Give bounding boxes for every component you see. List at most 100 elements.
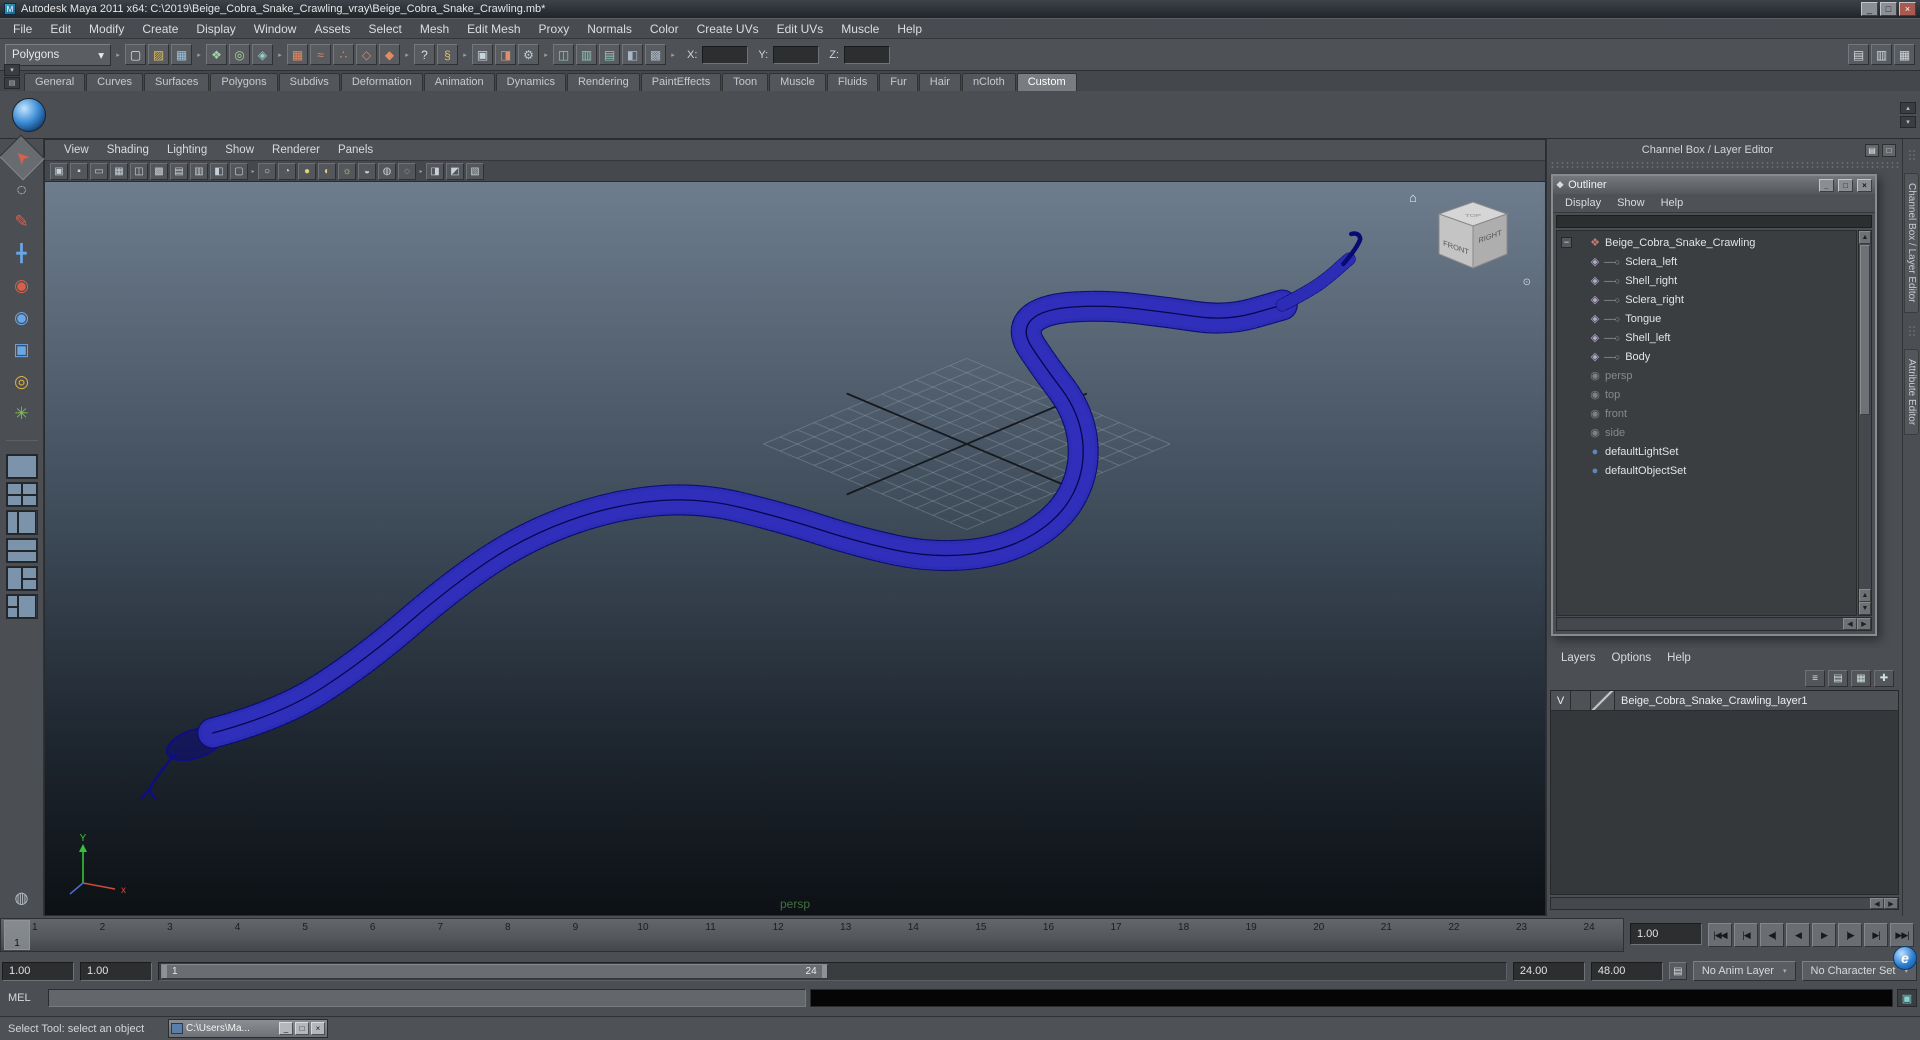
render-current-frame-icon[interactable]: ▣ (472, 44, 493, 65)
outliner-menu-item[interactable]: Help (1653, 197, 1692, 209)
shelf-scroll-down-icon[interactable]: ▾ (1900, 115, 1916, 128)
shelf-tab[interactable]: Surfaces (143, 73, 210, 91)
frame-number-label[interactable]: 20 (1285, 922, 1353, 933)
command-input-field[interactable] (48, 989, 806, 1007)
outliner-row[interactable]: ◈ ──○ Shell_left (1557, 328, 1856, 347)
vray-render-icon[interactable]: ▥ (576, 44, 597, 65)
outliner-row[interactable]: − ❖ Beige_Cobra_Snake_Crawling (1557, 233, 1856, 252)
playback-end-field[interactable]: 24.00 (1512, 961, 1585, 981)
menubar-item[interactable]: Mesh (411, 20, 458, 38)
select-component-icon[interactable]: ◈ (252, 44, 273, 65)
snap-point-icon[interactable]: ∴ (333, 44, 354, 65)
frame-number-label[interactable]: 14 (880, 922, 948, 933)
viewcube-orbit-icon[interactable]: ⊙ (1523, 277, 1531, 288)
menubar-item[interactable]: Assets (305, 20, 359, 38)
layout-single-pane-button[interactable] (5, 454, 38, 479)
step-back-frame-button[interactable]: |◀ (1734, 923, 1758, 947)
floating-window-title-bar[interactable]: C:\Users\Ma... _ □ × (168, 1019, 328, 1038)
soft-modification-button[interactable]: ◎ (5, 366, 39, 397)
step-forward-key-button[interactable]: |▶ (1838, 923, 1862, 947)
go-to-end-button[interactable]: ▶▶| (1890, 923, 1914, 947)
shadows-icon[interactable]: ◒ (358, 162, 376, 180)
resolution-gate-icon[interactable]: ▩ (150, 162, 168, 180)
outliner-row[interactable]: ● defaultObjectSet (1557, 461, 1856, 480)
y-coordinate-input[interactable] (773, 45, 820, 64)
close-button[interactable]: × (1899, 2, 1916, 16)
outliner-row[interactable]: ◉ persp (1557, 366, 1856, 385)
scroll-right-icon[interactable]: ▶ (1884, 898, 1898, 909)
lock-camera-icon[interactable]: ▪ (70, 162, 88, 180)
safe-title-icon[interactable]: ▢ (230, 162, 248, 180)
snap-view-icon[interactable]: ◇ (356, 44, 377, 65)
group-collapse-icon[interactable]: ▸ (403, 43, 411, 67)
menubar-item[interactable]: Normals (578, 20, 641, 38)
menubar-item[interactable]: Help (888, 20, 931, 38)
group-collapse-icon[interactable]: ▸ (276, 43, 284, 67)
vray-options-icon[interactable]: ▤ (599, 44, 620, 65)
mini-close-button[interactable]: × (311, 1022, 325, 1035)
scroll-left-icon[interactable]: ◀ (1870, 898, 1884, 909)
outliner-row[interactable]: ● defaultLightSet (1557, 442, 1856, 461)
frame-number-label[interactable]: 15 (947, 922, 1015, 933)
frame-number-label[interactable]: 3 (136, 922, 204, 933)
frame-number-label[interactable]: 11 (677, 922, 745, 933)
shelf-tab[interactable]: Fluids (826, 73, 879, 91)
new-scene-icon[interactable]: ▢ (125, 44, 146, 65)
vray-sphere-shelf-item[interactable] (12, 97, 46, 132)
outliner-row[interactable]: ◈ ──○ Sclera_right (1557, 290, 1856, 309)
layout-three-split-button[interactable] (5, 566, 38, 591)
menubar-item[interactable]: Edit (41, 20, 80, 38)
layer-playback-toggle[interactable] (1571, 691, 1591, 710)
outliner-row[interactable]: ◉ top (1557, 385, 1856, 404)
frame-number-label[interactable]: 6 (339, 922, 407, 933)
shelf-tab-menu-icon[interactable]: ▾ (4, 64, 20, 76)
shelf-tab[interactable]: Rendering (566, 73, 640, 91)
scale-tool-button[interactable]: ◉ (5, 302, 39, 333)
rotate-tool-button[interactable]: ◉ (5, 270, 39, 301)
construction-history-icon[interactable]: § (437, 44, 458, 65)
menubar-item[interactable]: Edit Mesh (458, 20, 529, 38)
menubar-item[interactable]: Create UVs (688, 20, 768, 38)
viewport-menu-item[interactable]: View (55, 144, 98, 156)
outliner-vertical-scrollbar[interactable]: ▲ ▲ ▼ (1858, 230, 1872, 616)
outliner-row[interactable]: ◉ front (1557, 404, 1856, 423)
anim-layer-dropdown[interactable]: No Anim Layer ▾ (1692, 961, 1796, 981)
xray-icon[interactable]: ◌ (398, 162, 416, 180)
viewport-3d[interactable]: ⌂ TOP FRONT RIGHT ⊙ Y x persp (45, 182, 1545, 915)
outliner-row[interactable]: ◈ ──○ Shell_right (1557, 271, 1856, 290)
scroll-down-icon[interactable]: ▼ (1859, 602, 1871, 615)
step-forward-frame-button[interactable]: ▶| (1864, 923, 1888, 947)
script-editor-icon[interactable]: ▣ (1897, 989, 1917, 1007)
sort-layers-icon[interactable]: ≡ (1805, 669, 1825, 687)
minimize-button[interactable]: _ (1861, 2, 1878, 16)
menubar-item[interactable]: Select (359, 20, 410, 38)
shelf-tab[interactable]: Dynamics (495, 73, 566, 91)
frame-number-label[interactable]: 8 (474, 922, 542, 933)
shelf-scroll-up-icon[interactable]: ▴ (1900, 101, 1916, 114)
default-material-icon[interactable]: ◍ (378, 162, 396, 180)
command-language-toggle[interactable]: MEL (2, 992, 44, 1004)
mini-restore-button[interactable]: □ (295, 1022, 309, 1035)
shelf-tab[interactable]: Curves (86, 73, 143, 91)
tab-attribute-editor[interactable]: Attribute Editor (1904, 348, 1919, 435)
shelf-tab[interactable]: Animation (423, 73, 495, 91)
wireframe-icon[interactable]: ○ (258, 162, 276, 180)
toolbox-bottom-icon[interactable]: ◍ (15, 888, 29, 908)
frame-number-label[interactable]: 18 (1150, 922, 1218, 933)
shelf-tab[interactable]: Subdivs (278, 73, 340, 91)
z-coordinate-input[interactable] (843, 45, 890, 64)
field-chart-icon[interactable]: ▥ (190, 162, 208, 180)
input-connections-icon[interactable]: ? (414, 44, 435, 65)
shelf-tab[interactable]: Hair (918, 73, 961, 91)
shelf-tab[interactable]: Muscle (769, 73, 826, 91)
frame-number-label[interactable]: 19 (1217, 922, 1285, 933)
uv-editor-icon[interactable]: ▩ (645, 44, 666, 65)
layout-two-stacked-button[interactable] (5, 538, 38, 563)
group-collapse-icon[interactable]: ▸ (195, 43, 203, 67)
scroll-up-icon[interactable]: ▲ (1859, 231, 1871, 244)
show-manipulator-button[interactable]: ✳ (5, 398, 39, 429)
select-object-icon[interactable]: ◎ (229, 44, 250, 65)
animation-end-field[interactable]: 48.00 (1590, 961, 1663, 981)
ipr-render-icon[interactable]: ◨ (495, 44, 516, 65)
menubar-item[interactable]: Muscle (832, 20, 888, 38)
